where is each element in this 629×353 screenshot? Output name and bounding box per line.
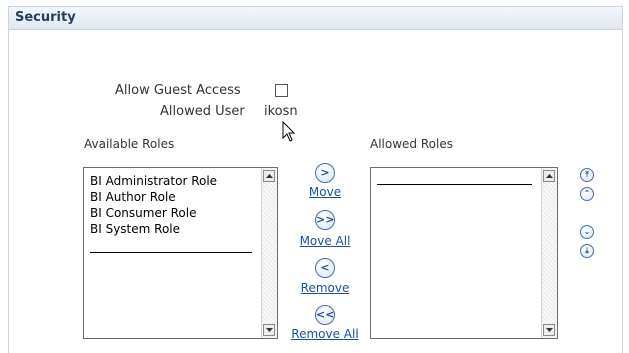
move-to-top-icon[interactable]: ⤒ [580, 168, 594, 182]
scroll-up-icon [546, 174, 553, 178]
scroll-up-button[interactable] [543, 170, 555, 182]
list-item[interactable]: BI Consumer Role [90, 205, 217, 221]
section-title: Security [15, 10, 76, 25]
move-icon[interactable]: > [315, 163, 335, 183]
scroll-down-button[interactable] [263, 324, 275, 336]
available-roles-label: Available Roles [84, 137, 175, 151]
move-all-link[interactable]: Move All [293, 234, 357, 248]
allowed-user-label: Allowed User [160, 104, 245, 119]
allow-guest-checkbox[interactable] [275, 84, 288, 97]
remove-link[interactable]: Remove [293, 281, 357, 295]
move-up-icon[interactable]: ⌃ [580, 187, 594, 201]
available-roles-list[interactable]: BI Administrator Role BI Author Role BI … [83, 167, 278, 339]
scroll-down-button[interactable] [543, 324, 555, 336]
list-item[interactable]: BI System Role [90, 221, 217, 237]
available-scrollbar[interactable] [261, 168, 277, 338]
remove-icon[interactable]: < [315, 258, 335, 278]
allowed-roles-list[interactable] [370, 167, 558, 339]
mouse-pointer-icon [282, 121, 296, 142]
move-down-icon[interactable]: ⌄ [580, 225, 594, 239]
available-roles-items: BI Administrator Role BI Author Role BI … [90, 173, 217, 237]
allowed-roles-label: Allowed Roles [370, 137, 453, 151]
scroll-down-icon [546, 328, 553, 332]
remove-all-link[interactable]: Remove All [285, 327, 365, 341]
move-all-icon[interactable]: >> [315, 210, 335, 230]
scroll-up-button[interactable] [263, 170, 275, 182]
list-separator [90, 252, 252, 253]
scroll-up-icon [266, 174, 273, 178]
list-item[interactable]: BI Administrator Role [90, 173, 217, 189]
allowed-scrollbar[interactable] [541, 168, 557, 338]
move-to-bottom-icon[interactable]: ⤓ [580, 244, 594, 258]
list-separator [377, 184, 532, 185]
section-header: Security [9, 7, 622, 30]
allowed-user-value: ikosn [264, 104, 298, 119]
scroll-down-icon [266, 328, 273, 332]
allow-guest-label: Allow Guest Access [115, 83, 241, 98]
move-link[interactable]: Move [300, 185, 350, 199]
list-item[interactable]: BI Author Role [90, 189, 217, 205]
remove-all-icon[interactable]: << [315, 305, 335, 325]
